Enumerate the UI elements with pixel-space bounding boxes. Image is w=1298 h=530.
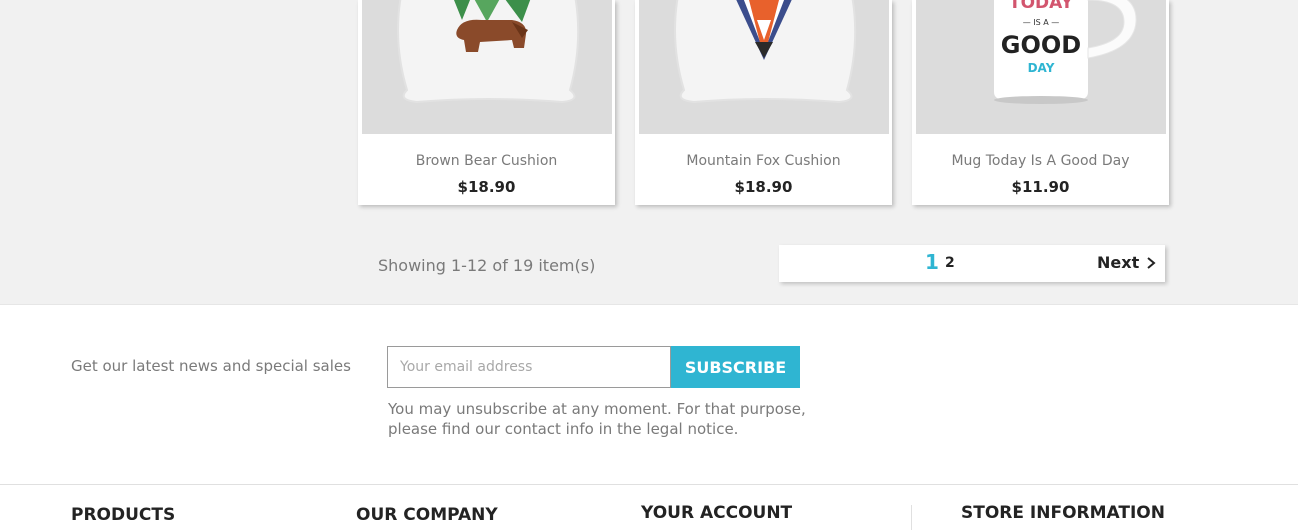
next-page-button[interactable]: Next	[1097, 253, 1157, 272]
product-name[interactable]: Brown Bear Cushion	[358, 153, 615, 169]
subscribe-button[interactable]: Subscribe	[671, 346, 800, 388]
footer-divider	[911, 505, 912, 530]
mountain-fox-cushion-image[interactable]	[639, 0, 889, 134]
product-price: $18.90	[734, 178, 793, 196]
page-current[interactable]: 1	[925, 250, 939, 274]
mug-text-today: TODAY	[1009, 0, 1074, 13]
newsletter-legal-text: You may unsubscribe at any moment. For t…	[388, 400, 806, 438]
product-card[interactable]: Brown Bear Cushion $18.90	[358, 0, 615, 205]
footer-heading-our-company[interactable]: Our company	[356, 505, 498, 525]
product-name[interactable]: Mountain Fox Cushion	[635, 153, 892, 169]
product-price: $11.90	[1011, 178, 1070, 196]
chevron-right-icon	[1147, 256, 1156, 269]
mug-text-good: GOOD	[1001, 31, 1081, 59]
pagination: 1 2 Next	[779, 245, 1165, 282]
footer-heading-store-information: Store information	[961, 503, 1165, 523]
product-card[interactable]: TODAY — IS A — GOOD DAY Mug Today Is A G…	[912, 0, 1169, 205]
product-listing: Brown Bear Cushion $18.90 Mountain Fox C…	[0, 0, 1298, 305]
product-name[interactable]: Mug Today Is A Good Day	[912, 153, 1169, 169]
product-card[interactable]: Mountain Fox Cushion $18.90	[635, 0, 892, 205]
brown-bear-cushion-image[interactable]	[362, 0, 612, 134]
newsletter-email-input[interactable]	[387, 346, 671, 388]
next-label: Next	[1097, 253, 1140, 272]
showing-count: Showing 1-12 of 19 item(s)	[378, 256, 596, 275]
mug-text-day: DAY	[1028, 61, 1055, 75]
page-link-2[interactable]: 2	[945, 255, 955, 271]
product-price: $18.90	[457, 178, 516, 196]
footer-heading-your-account[interactable]: Your account	[641, 503, 792, 523]
footer-heading-products[interactable]: Products	[71, 505, 175, 525]
newsletter-text: Get our latest news and special sales	[71, 357, 351, 375]
mug-image[interactable]: TODAY — IS A — GOOD DAY	[916, 0, 1166, 134]
footer: Products Our company Your account Store …	[0, 484, 1298, 530]
mug-text-is-a: — IS A —	[1023, 18, 1060, 27]
